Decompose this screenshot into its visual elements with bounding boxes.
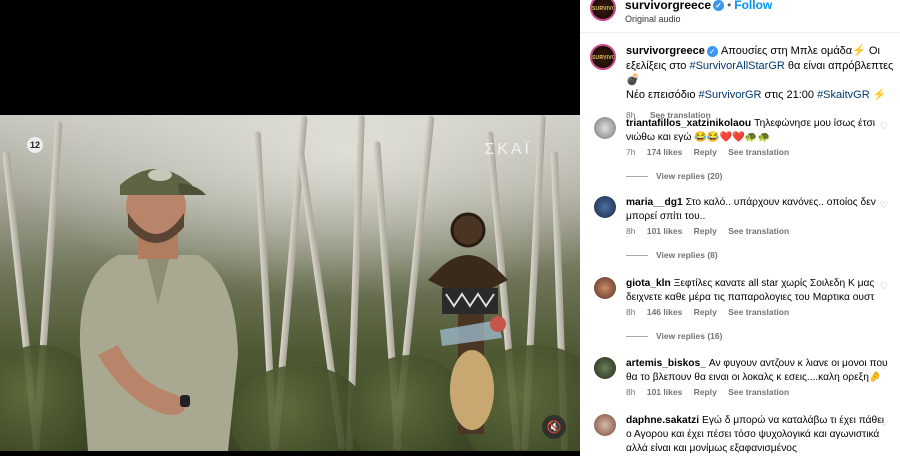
see-translation-link[interactable]: See translation	[728, 226, 789, 236]
view-replies-button[interactable]: View replies (8)	[626, 250, 718, 260]
comment-username[interactable]: artemis_biskos_	[626, 358, 706, 369]
comment-meta: 8h 146 likes Reply See translation	[626, 307, 798, 317]
follow-button[interactable]: Follow	[734, 0, 772, 12]
commenter-avatar[interactable]	[594, 357, 616, 379]
view-replies-button[interactable]: View replies (20)	[626, 171, 722, 181]
hashtag-link[interactable]: #SurvivorGR	[699, 89, 762, 101]
media-area: 12 ΣΚΑΪ 🔇	[0, 0, 580, 456]
view-replies-label: View replies (8)	[656, 250, 718, 260]
view-replies-label: View replies (16)	[656, 331, 723, 341]
replies-divider	[626, 176, 648, 178]
replies-divider	[626, 336, 648, 338]
reply-button[interactable]: Reply	[694, 226, 717, 236]
comment-time: 8h	[626, 307, 636, 317]
comment-meta: 8h 101 likes Reply See translation	[626, 226, 798, 236]
caption-username[interactable]: survivorgreece	[626, 45, 705, 57]
like-heart-icon[interactable]: ♡	[880, 200, 890, 210]
comment-time: 7h	[626, 147, 636, 157]
verified-icon: ✓	[713, 0, 725, 12]
post-header: SURVIVOR survivorgreece✓•Follow Original…	[580, 0, 900, 33]
comment-meta: 7h 174 likes Reply See translation	[626, 147, 798, 157]
account-avatar[interactable]: SURVIVOR	[590, 0, 616, 21]
see-translation-link[interactable]: See translation	[728, 387, 789, 397]
view-replies-button[interactable]: View replies (16)	[626, 331, 722, 341]
comment-username[interactable]: daphne.sakatzi	[626, 415, 699, 426]
commenter-avatar[interactable]	[594, 414, 616, 436]
commenter-avatar[interactable]	[594, 196, 616, 218]
caption-text: στις 21:00	[761, 88, 818, 101]
comment-text-block: triantafillos_xatzinikolaou Τηλεφώνησε μο…	[626, 117, 888, 145]
commenter-avatar[interactable]	[594, 277, 616, 299]
channel-badge: 12	[27, 137, 43, 153]
reply-button[interactable]: Reply	[694, 387, 717, 397]
header-username[interactable]: survivorgreece	[625, 0, 711, 12]
header-username-row: survivorgreece ✓ • Follow	[625, 0, 772, 12]
hashtag-link[interactable]: #SurvivorAllStarGR	[689, 60, 784, 72]
comment-username[interactable]: maria__dg1	[626, 197, 683, 208]
like-heart-icon[interactable]: ♡	[880, 281, 890, 291]
verified-icon: ✓	[706, 45, 718, 57]
avatar-logo-text: SURVIVOR	[592, 6, 616, 12]
host-figure	[79, 169, 239, 451]
separator-dot: •	[727, 0, 732, 12]
caption-text: ⚡	[869, 88, 887, 101]
audio-link[interactable]: Original audio	[625, 14, 681, 24]
like-heart-icon[interactable]: ♡	[880, 121, 890, 131]
post-sidebar: SURVIVOR survivorgreece✓•Follow Original…	[580, 0, 900, 456]
comment-likes[interactable]: 146 likes	[647, 307, 682, 317]
comment-username[interactable]: giota_kln	[626, 278, 671, 289]
comment-likes[interactable]: 101 likes	[647, 387, 682, 397]
comment-username[interactable]: triantafillos_xatzinikolaou	[626, 118, 751, 129]
like-heart-icon[interactable]: ♡	[880, 418, 890, 428]
tribal-totem	[428, 212, 508, 434]
comment-time: 8h	[626, 226, 636, 236]
avatar-logo-text: SURVIVOR	[592, 55, 616, 61]
instagram-post-view: 12 ΣΚΑΪ 🔇 SURVIVOR survivorgreece✓•Follo…	[0, 0, 900, 456]
comment-text-block: daphne.sakatzi Εγώ δ μπορώ να καταλάβω τι…	[626, 414, 888, 456]
channel-logo: ΣΚΑΪ	[484, 141, 532, 158]
see-translation-link[interactable]: See translation	[728, 307, 789, 317]
commenter-avatar[interactable]	[594, 117, 616, 139]
like-heart-icon[interactable]: ♡	[880, 361, 890, 371]
comment-likes[interactable]: 174 likes	[647, 147, 682, 157]
caption-text: Νέο επεισόδιο	[626, 88, 699, 101]
speaker-muted-icon: 🔇	[546, 420, 562, 434]
comment-text-block: artemis_biskos_ Αν φυγουν αντζουν κ λιανε…	[626, 357, 888, 385]
caption-avatar[interactable]: SURVIVOR	[590, 44, 616, 70]
comment-time: 8h	[626, 387, 636, 397]
post-caption: survivorgreece ✓ Απουσίες στη Μπλε ομάδα⚡…	[626, 44, 898, 123]
comment-likes[interactable]: 101 likes	[647, 226, 682, 236]
comment-text-block: maria__dg1 Στο καλό.. υπάρχουν κανόνες.. …	[626, 196, 888, 224]
mute-button[interactable]: 🔇	[542, 415, 566, 439]
reply-button[interactable]: Reply	[694, 147, 717, 157]
replies-divider	[626, 255, 648, 257]
reply-button[interactable]: Reply	[694, 307, 717, 317]
video-player[interactable]: 12 ΣΚΑΪ 🔇	[0, 115, 580, 451]
hashtag-link[interactable]: #SkaitvGR	[817, 89, 870, 101]
view-replies-label: View replies (20)	[656, 171, 723, 181]
comment-meta: 8h 101 likes Reply See translation	[626, 387, 798, 397]
see-translation-link[interactable]: See translation	[728, 147, 789, 157]
comment-text-block: giota_kln Ξεφτίλες κανατε all star χωρίς …	[626, 277, 888, 305]
